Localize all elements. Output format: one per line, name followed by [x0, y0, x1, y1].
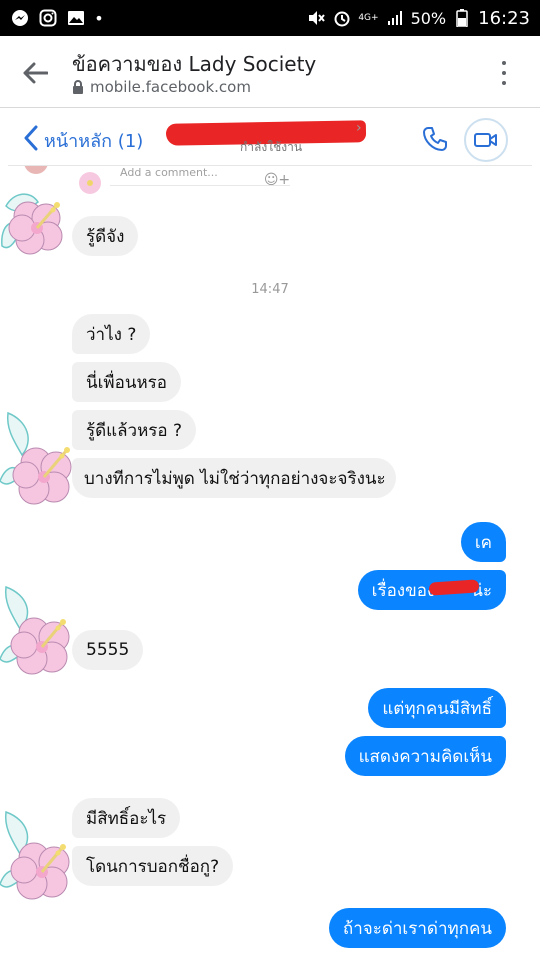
url-row[interactable]: mobile.facebook.com [72, 78, 251, 96]
partial-thumbnail [24, 166, 48, 174]
incoming-message[interactable]: โดนการบอกชื่อกู? [72, 846, 234, 886]
signal-icon [385, 8, 405, 28]
page-url: mobile.facebook.com [90, 78, 251, 96]
incoming-message[interactable]: บางทีการไม่พูด ไม่ใช่ว่าทุกอย่างจะจริงนะ [72, 458, 396, 498]
outgoing-message[interactable]: เรื่องของ น่ะ [357, 570, 506, 610]
contact-avatar [0, 585, 70, 675]
contact-avatar [0, 411, 72, 505]
messenger-icon [10, 8, 30, 28]
status-bar: • 4G+ 50% 16:23 [0, 0, 540, 36]
incoming-message[interactable]: นี่เพื่อนหรอ [72, 362, 182, 402]
voice-call-button[interactable] [418, 122, 452, 156]
redacted-name [428, 578, 480, 596]
screen: • 4G+ 50% 16:23 ข้อความของ Lady Society [0, 0, 540, 960]
back-to-home-link[interactable]: หน้าหลัก (1) [44, 126, 143, 155]
emoji-add-icon[interactable]: ☺+ [262, 169, 292, 191]
outgoing-message[interactable]: แสดงความคิดเห็น [344, 736, 506, 776]
message-thread[interactable]: Add a comment... ☺+ รู้ดีจัง 14:47 ว่าไง… [0, 166, 540, 960]
phone-icon [423, 127, 447, 151]
message-timestamp: 14:47 [251, 282, 289, 297]
battery-icon [452, 8, 472, 28]
back-arrow-icon [23, 62, 48, 84]
active-status: กำลังใช้งาน [240, 140, 303, 154]
gallery-icon [66, 8, 86, 28]
dot-icon: • [94, 8, 104, 28]
incoming-message[interactable]: รู้ดีจัง [72, 216, 139, 256]
contact-avatar [1, 193, 63, 255]
contact-avatar [0, 810, 70, 900]
lock-icon [73, 80, 83, 94]
outgoing-message[interactable]: ถ้าจะด่าเราด่าทุกคน [328, 908, 506, 948]
clock: 16:23 [478, 7, 530, 29]
outgoing-message[interactable]: เค [460, 522, 506, 562]
network-type: 4G+ [358, 12, 379, 23]
overflow-menu-button[interactable] [494, 56, 514, 90]
browser-toolbar: ข้อความของ Lady Society mobile.facebook.… [0, 36, 540, 108]
conversation-header: หน้าหลัก (1) กำลังใช้งาน › [8, 110, 532, 166]
incoming-message[interactable]: 5555 [72, 630, 144, 670]
alarm-icon [332, 8, 352, 28]
incoming-message[interactable]: รู้ดีแล้วหรอ ? [72, 410, 197, 450]
chevron-left-icon[interactable] [22, 124, 42, 152]
page-title: ข้อความของ Lady Society [72, 52, 317, 76]
back-arrow-button[interactable] [18, 56, 52, 90]
outgoing-message[interactable]: แต่ทุกคนมีสิทธิ์ [368, 688, 506, 728]
instagram-icon [38, 8, 58, 28]
video-call-button[interactable] [464, 118, 508, 162]
message-text-before: เรื่องของ [371, 580, 436, 601]
incoming-message[interactable]: ว่าไง ? [72, 314, 151, 354]
chevron-right-icon: › [356, 120, 362, 136]
mute-icon [306, 8, 326, 28]
video-camera-icon [474, 133, 497, 147]
battery-percent: 50% [410, 8, 447, 28]
incoming-message[interactable]: มีสิทธิ์อะไร [72, 798, 181, 838]
